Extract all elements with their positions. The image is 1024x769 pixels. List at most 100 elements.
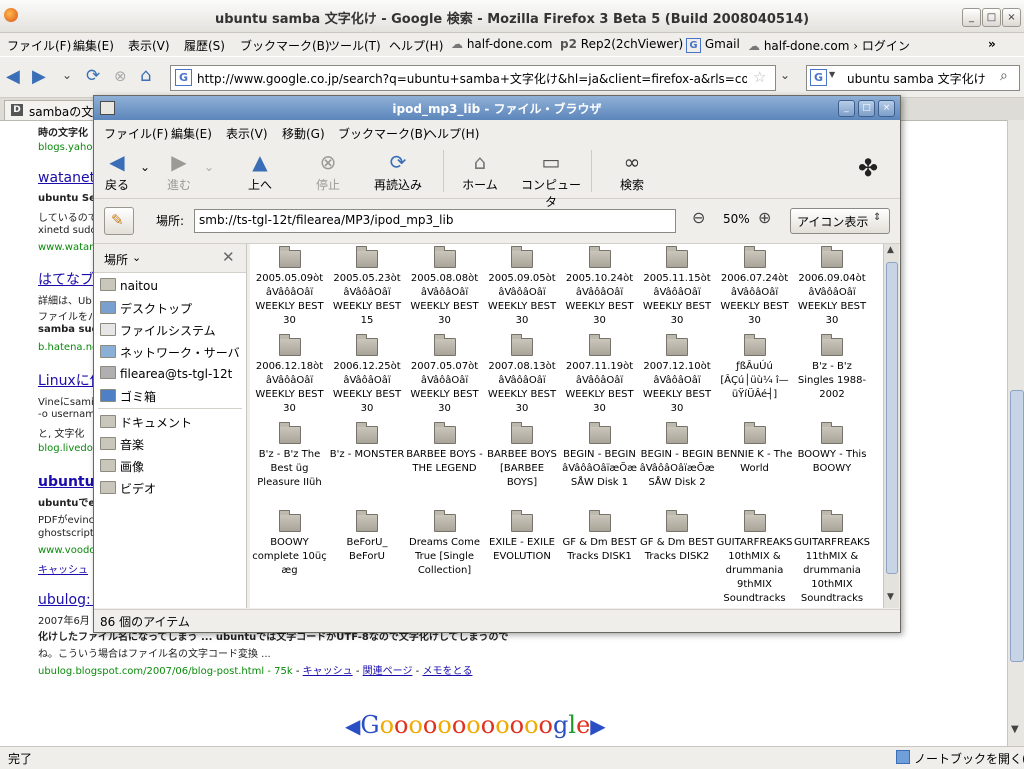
- scroll-down-icon[interactable]: ▼: [1011, 724, 1019, 735]
- folder-item[interactable]: 2006.12.25òt âVâôâOâï WEEKLY BEST 30: [329, 334, 406, 416]
- search-magnifier-icon[interactable]: ⌕: [1000, 68, 1008, 84]
- fb-menu-bookmarks[interactable]: ブックマーク(B): [338, 125, 428, 142]
- folder-item[interactable]: BeForU_ BeForU: [329, 510, 406, 564]
- folder-item[interactable]: 2006.07.24òt âVâôâOâï WEEKLY BEST 30: [716, 246, 793, 328]
- folder-item[interactable]: 2005.08.08òt âVâôâOâï WEEKLY BEST 30: [406, 246, 483, 328]
- file-browser-titlebar[interactable]: ipod_mp3_lib - ファイル・ブラウザ _ □ ×: [94, 96, 900, 120]
- open-notebook-button[interactable]: ノートブックを開く(N): [914, 750, 1024, 767]
- side-pane-close-icon[interactable]: ✕: [222, 248, 235, 266]
- location-input[interactable]: smb://ts-tgl-12t/filearea/MP3/ipod_mp3_l…: [194, 209, 676, 233]
- place-home[interactable]: naitou: [100, 278, 158, 293]
- side-pane-title[interactable]: 場所: [104, 251, 128, 268]
- icon-view-scrollbar-thumb[interactable]: [886, 262, 898, 574]
- folder-item[interactable]: GUITARFREAKS 10thMIX & drummania 9thMIX …: [716, 510, 793, 606]
- side-pane-dropdown-icon[interactable]: ⌄: [132, 251, 141, 264]
- back-history-dropdown-icon[interactable]: ⌄: [140, 160, 150, 174]
- place-filearea[interactable]: filearea@ts-tgl-12t: [100, 366, 232, 381]
- toggle-location-entry-button[interactable]: ✎: [104, 207, 134, 235]
- related-pages-link[interactable]: 関連ページ: [363, 666, 413, 677]
- minimize-button[interactable]: _: [962, 8, 981, 27]
- history-dropdown-icon[interactable]: ⌄: [62, 68, 72, 82]
- folder-item[interactable]: BEGIN - BEGIN âVâôâOâïæÕæ SÅW Disk 1: [561, 422, 638, 490]
- folder-item[interactable]: GF & Dm BEST Tracks DISK2: [639, 510, 716, 564]
- folder-item[interactable]: BENNIE K - The World: [716, 422, 793, 476]
- fb-back-button[interactable]: ◀ 戻る: [102, 150, 132, 193]
- folder-item[interactable]: B'z - MONSTER: [329, 422, 406, 462]
- pager-prev-icon[interactable]: ◀: [345, 714, 360, 738]
- menu-edit[interactable]: 編集(E): [73, 37, 114, 54]
- menu-bookmarks[interactable]: ブックマーク(B): [240, 37, 330, 54]
- fb-menu-go[interactable]: 移動(G): [282, 125, 325, 142]
- scroll-down-icon[interactable]: ▼: [887, 592, 894, 602]
- bookmark-pictures[interactable]: 画像: [100, 458, 144, 475]
- folder-item[interactable]: GF & Dm BEST Tracks DISK1: [561, 510, 638, 564]
- fb-menu-edit[interactable]: 編集(E): [171, 125, 212, 142]
- folder-item[interactable]: BARBEE BOYS - THE LEGEND: [406, 422, 483, 476]
- bookmark-music[interactable]: 音楽: [100, 436, 144, 453]
- stop-icon[interactable]: ⊗: [114, 67, 127, 85]
- folder-item[interactable]: 2007.08.13òt âVâôâOâï WEEKLY BEST 30: [484, 334, 561, 416]
- folder-item[interactable]: 2006.12.18òt âVâôâOâï WEEKLY BEST 30: [251, 334, 328, 416]
- folder-item[interactable]: 2005.05.23òt âVâôâOâï WEEKLY BEST 15: [329, 246, 406, 328]
- fb-close-button[interactable]: ×: [878, 100, 895, 117]
- scroll-up-icon[interactable]: ▲: [887, 245, 894, 255]
- bookmark-half-done-login[interactable]: ☁ half-done.com › ログイン: [748, 37, 910, 54]
- home-icon[interactable]: ⌂: [140, 65, 151, 86]
- menu-view[interactable]: 表示(V): [128, 37, 170, 54]
- folder-item[interactable]: 2006.09.04òt âVâôâOâï WEEKLY BEST 30: [794, 246, 871, 328]
- bookmark-documents[interactable]: ドキュメント: [100, 414, 192, 431]
- folder-item[interactable]: 2005.11.15òt âVâôâOâï WEEKLY BEST 30: [639, 246, 716, 328]
- folder-item[interactable]: B'z - B'z Singles 1988-2002: [794, 334, 871, 402]
- folder-item[interactable]: 2005.10.24òt âVâôâOâï WEEKLY BEST 30: [561, 246, 638, 328]
- star-bookmark-icon[interactable]: ☆: [753, 68, 766, 86]
- pager-next-icon[interactable]: ▶: [590, 714, 605, 738]
- place-filesystem[interactable]: ファイルシステム: [100, 322, 216, 339]
- page-scrollbar-thumb[interactable]: [1010, 390, 1024, 662]
- fb-forward-button[interactable]: ▶ 進む: [164, 150, 194, 193]
- folder-item[interactable]: ƒßÂuÚú [ÂÇú│üù¼ î—üŸíÜÂé┤]: [716, 334, 793, 402]
- folder-item[interactable]: BOOWY - This BOOWY: [794, 422, 871, 476]
- fb-menu-view[interactable]: 表示(V): [226, 125, 268, 142]
- bookmark-videos[interactable]: ビデオ: [100, 480, 156, 497]
- search-input[interactable]: ubuntu samba 文字化け: [847, 70, 997, 87]
- icon-view[interactable]: 2005.05.09òt âVâôâOâï WEEKLY BEST 30 2005…: [250, 244, 883, 608]
- bookmarks-overflow-icon[interactable]: »: [988, 37, 996, 51]
- fb-maximize-button[interactable]: □: [858, 100, 875, 117]
- folder-item[interactable]: 2005.09.05òt âVâôâOâï WEEKLY BEST 30: [484, 246, 561, 328]
- folder-item[interactable]: 2007.05.07òt âVâôâOâï WEEKLY BEST 30: [406, 334, 483, 416]
- page-scrollbar[interactable]: ▼: [1007, 120, 1024, 746]
- menu-tools[interactable]: ツール(T): [328, 37, 381, 54]
- url-bar[interactable]: G http://www.google.co.jp/search?q=ubunt…: [170, 65, 776, 91]
- menu-file[interactable]: ファイル(F): [7, 37, 71, 54]
- url-dropdown-icon[interactable]: ⌄: [780, 68, 790, 82]
- folder-item[interactable]: 2005.05.09òt âVâôâOâï WEEKLY BEST 30: [251, 246, 328, 328]
- menu-help[interactable]: ヘルプ(H): [389, 37, 443, 54]
- cache-link[interactable]: キャッシュ: [38, 561, 88, 576]
- view-mode-select[interactable]: アイコン表示 ⇕: [790, 208, 890, 234]
- zoom-out-icon[interactable]: ⊖: [692, 208, 705, 227]
- folder-item[interactable]: BEGIN - BEGIN âVâôâOâïæÕæ SÅW Disk 2: [639, 422, 716, 490]
- fb-stop-button[interactable]: ⊗ 停止: [312, 150, 344, 193]
- folder-item[interactable]: 2007.11.19òt âVâôâOâï WEEKLY BEST 30: [561, 334, 638, 416]
- icon-view-scrollbar[interactable]: ▲ ▼: [883, 244, 899, 608]
- folder-item[interactable]: EXILE - EXILE EVOLUTION: [484, 510, 561, 564]
- bookmark-rep2[interactable]: p2 Rep2(2chViewer): [560, 37, 683, 51]
- folder-item[interactable]: B'z - B'z The Best üg Pleasure IIüh: [251, 422, 328, 490]
- folder-item[interactable]: BOOWY complete 10üç æg: [251, 510, 328, 578]
- place-network[interactable]: ネットワーク・サーバ: [100, 344, 240, 361]
- fb-minimize-button[interactable]: _: [838, 100, 855, 117]
- back-arrow-icon[interactable]: ◀: [6, 66, 20, 87]
- bookmark-gmail[interactable]: G Gmail: [686, 37, 740, 53]
- fb-up-button[interactable]: ▲ 上へ: [244, 150, 276, 193]
- close-button[interactable]: ×: [1002, 8, 1021, 27]
- fb-search-button[interactable]: ∞ 検索: [616, 150, 648, 193]
- fb-menu-help[interactable]: ヘルプ(H): [425, 125, 479, 142]
- fb-reload-button[interactable]: ⟳ 再読込み: [370, 150, 426, 193]
- place-trash[interactable]: ゴミ箱: [100, 388, 156, 405]
- take-memo-link[interactable]: メモをとる: [422, 666, 472, 677]
- search-bar[interactable]: G ▼ ubuntu samba 文字化け ⌕: [806, 65, 1020, 91]
- folder-item[interactable]: GUITARFREAKS 11thMIX & drummania 10thMIX…: [794, 510, 871, 606]
- search-engine-dropdown-icon[interactable]: ▼: [829, 70, 835, 79]
- reload-icon[interactable]: ⟳: [86, 66, 100, 86]
- tab-current[interactable]: D sambaの文字: [4, 100, 105, 120]
